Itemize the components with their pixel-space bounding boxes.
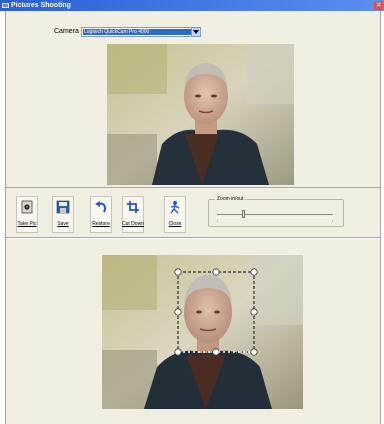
main-window: Camera Logitech QuickCam Pro 4000 Take P…	[5, 11, 381, 424]
restore-button[interactable]: Restore	[90, 196, 112, 233]
take-pic-button[interactable]: Take Pic	[16, 196, 38, 233]
cut-down-button[interactable]: Cut Down	[122, 196, 144, 233]
close-icon: ✕	[375, 2, 382, 9]
floppy-disk-icon	[56, 200, 70, 214]
zoom-slider-ticks	[217, 220, 333, 222]
camera-label: Camera	[54, 28, 79, 35]
zoom-slider-thumb[interactable]	[241, 210, 245, 218]
camera-select[interactable]: Logitech QuickCam Pro 4000	[81, 27, 201, 37]
chevron-down-icon	[193, 30, 199, 34]
take-pic-label: Take Pic	[17, 221, 37, 227]
title-bar: Pictures Shooting ✕	[0, 0, 384, 11]
zoom-groupbox: Zoom in/out	[208, 195, 344, 227]
undo-arrow-icon	[95, 201, 106, 213]
app-icon	[2, 3, 9, 8]
restore-label: Restore	[92, 221, 110, 227]
cut-down-label: Cut Down	[122, 221, 144, 227]
toolbar-top-divider	[6, 187, 380, 188]
close-label: Close	[168, 221, 182, 227]
crop-preview-image[interactable]	[102, 255, 303, 409]
close-button[interactable]: Close	[164, 196, 186, 233]
camera-preview-image	[107, 44, 294, 185]
camera-select-value: Logitech QuickCam Pro 4000	[83, 29, 194, 35]
zoom-slider-track[interactable]	[217, 214, 333, 218]
camera-icon	[21, 200, 33, 214]
window-close-button[interactable]: ✕	[374, 1, 383, 10]
save-button[interactable]: Save	[52, 196, 74, 233]
window-title: Pictures Shooting	[11, 2, 71, 9]
save-label: Save	[57, 221, 69, 227]
zoom-label: Zoom in/out	[215, 195, 246, 203]
toolbar-bottom-highlight	[6, 238, 380, 239]
camera-dropdown-button[interactable]	[191, 28, 200, 36]
crop-icon	[127, 201, 139, 213]
person-exit-icon	[170, 201, 180, 214]
